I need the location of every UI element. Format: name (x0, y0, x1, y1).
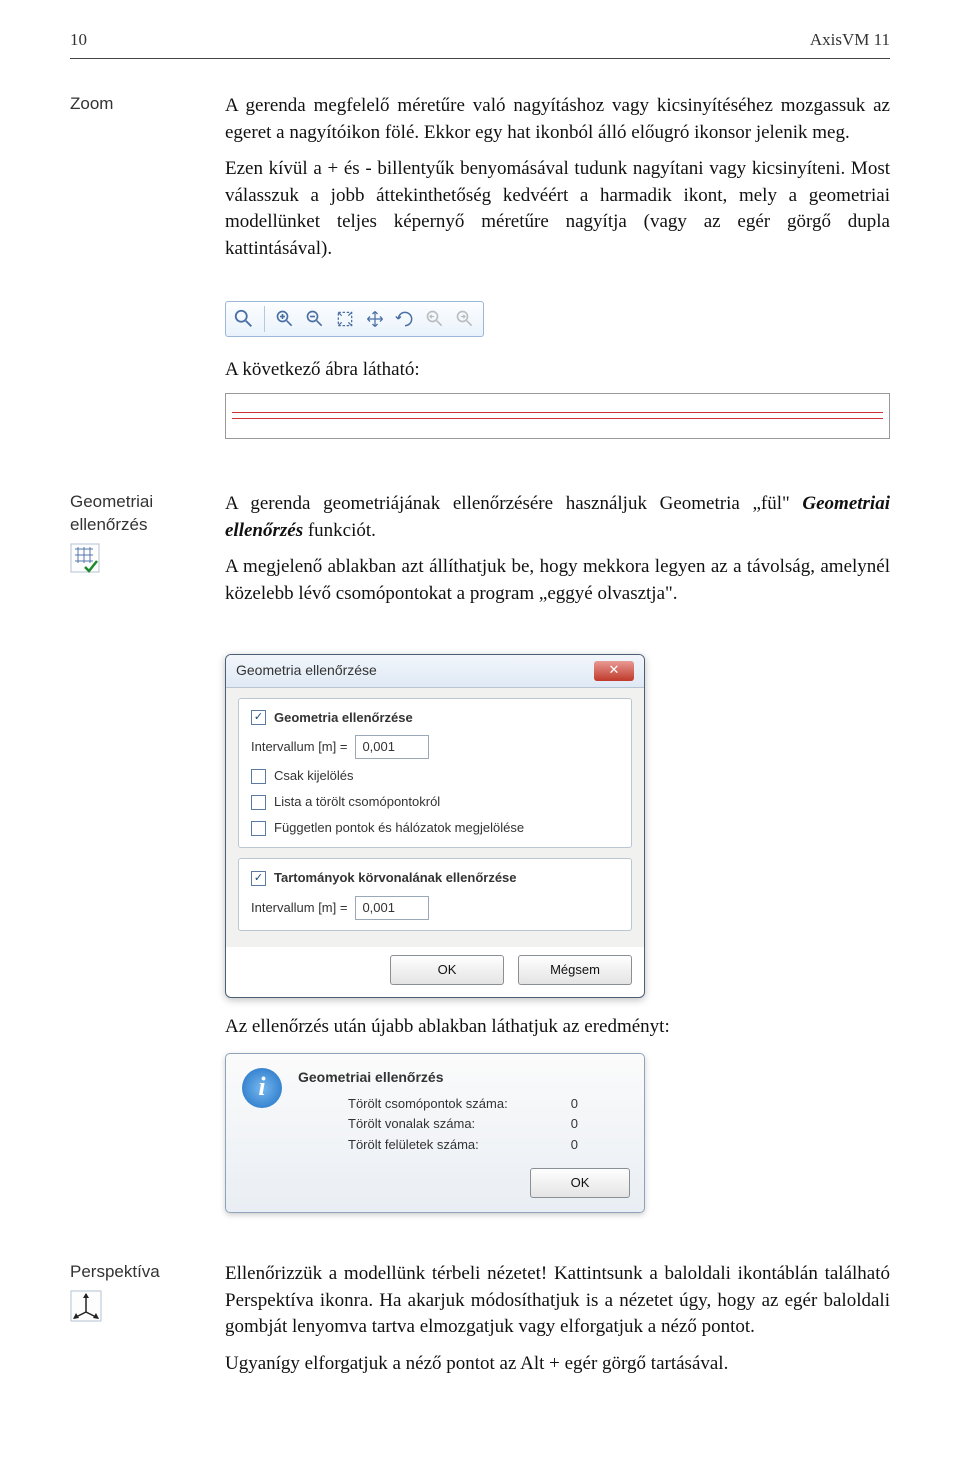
perspective-paragraph-1: Ellenőrizzük a modellünk térbeli nézetet… (225, 1261, 890, 1341)
beam-figure (225, 393, 890, 439)
page-header: 10 AxisVM 11 (70, 30, 890, 50)
info-dialog-title: Geometriai ellenőrzés (298, 1068, 628, 1088)
zoom-toolbar (225, 301, 484, 337)
group2-title: Tartományok körvonalának ellenőrzése (274, 869, 517, 887)
geometry-check-dialog: Geometria ellenőrzése ✕ Geometria ellenő… (225, 654, 645, 999)
opt-deleted-list-label: Lista a törölt csomópontokról (274, 793, 440, 811)
geometry-check-icon[interactable] (70, 543, 100, 580)
checkbox-deleted-list[interactable] (251, 795, 266, 810)
checkbox-selection-only[interactable] (251, 769, 266, 784)
group1-title: Geometria ellenőrzése (274, 709, 413, 727)
result-caption: Az ellenőrzés után újabb ablakban láthat… (225, 1014, 890, 1041)
section-label-perspective: Perspektíva (70, 1261, 225, 1284)
info-line: Törölt felületek száma: 0 (348, 1136, 578, 1154)
zoom-prev-icon[interactable] (423, 307, 447, 331)
header-rule (70, 58, 890, 59)
opt-selection-label: Csak kijelölés (274, 767, 353, 785)
section-label-zoom: Zoom (70, 93, 225, 116)
dialog-title: Geometria ellenőrzése (236, 661, 377, 681)
zoom-fit-icon[interactable] (333, 307, 357, 331)
page-number: 10 (70, 30, 87, 50)
zoom-next-icon[interactable] (453, 307, 477, 331)
checkbox-independent[interactable] (251, 821, 266, 836)
zoom-paragraph-1: A gerenda megfelelő méretűre való nagyít… (225, 93, 890, 146)
zoom-figure-caption: A következő ábra látható: (225, 357, 890, 384)
section-label-geom-check: Geometriai ellenőrzés (70, 491, 225, 537)
checkbox-geom-check[interactable] (251, 710, 266, 725)
opt-independent-label: Független pontok és hálózatok megjelölés… (274, 819, 524, 837)
info-icon: i (242, 1068, 282, 1108)
geom-check-paragraph-2: A megjelenő ablakban azt állíthatjuk be,… (225, 554, 890, 607)
cancel-button[interactable]: Mégsem (518, 955, 632, 985)
zoom-out-icon[interactable] (303, 307, 327, 331)
perspective-paragraph-2: Ugyanígy elforgatjuk a néző pontot az Al… (225, 1351, 890, 1378)
close-icon[interactable]: ✕ (594, 661, 634, 681)
info-ok-button[interactable]: OK (530, 1168, 630, 1198)
magnifier-icon[interactable] (232, 307, 256, 331)
info-line: Törölt vonalak száma: 0 (348, 1115, 578, 1133)
checkbox-domain-outline[interactable] (251, 871, 266, 886)
zoom-paragraph-2: Ezen kívül a + és - billentyűk benyomásá… (225, 156, 890, 262)
result-info-dialog: i Geometriai ellenőrzés Törölt csomópont… (225, 1053, 645, 1213)
perspective-icon[interactable] (70, 1290, 102, 1329)
interval-input[interactable]: 0,001 (355, 735, 429, 759)
interval-label: Intervallum [m] = (251, 738, 347, 756)
ok-button[interactable]: OK (390, 955, 504, 985)
interval2-input[interactable]: 0,001 (355, 896, 429, 920)
rotate-icon[interactable] (393, 307, 417, 331)
geom-check-paragraph-1: A gerenda geometriájának ellenőrzésére h… (225, 491, 890, 544)
pan-icon[interactable] (363, 307, 387, 331)
info-line: Törölt csomópontok száma: 0 (348, 1095, 578, 1113)
zoom-in-icon[interactable] (273, 307, 297, 331)
app-title: AxisVM 11 (810, 30, 890, 50)
interval2-label: Intervallum [m] = (251, 899, 347, 917)
